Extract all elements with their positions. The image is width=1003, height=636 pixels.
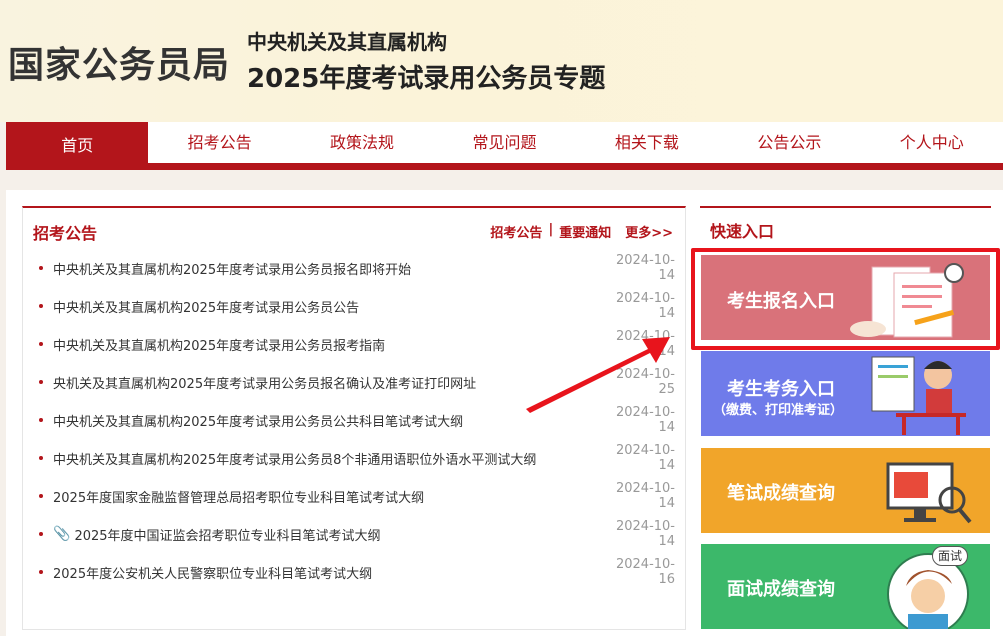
nav-item-announcements[interactable]: 招考公告 [148,122,290,163]
list-item-title[interactable]: 2025年度国家金融监督管理总局招考职位专业科目笔试考试大纲 [53,487,601,506]
list-item-title[interactable]: 中央机关及其直属机构2025年度考试录用公务员公告 [53,297,601,316]
list-item-title[interactable]: 中央机关及其直属机构2025年度考试录用公务员公共科目笔试考试大纲 [53,411,601,430]
link-announcements[interactable]: 招考公告 [490,222,542,241]
nav-item-personal-center[interactable]: 个人中心 [861,122,1003,163]
monitor-magnifier-icon [886,462,972,524]
interview-score-label: 面试成绩查询 [727,579,835,600]
bullet-icon [39,456,43,460]
written-exam-score-label: 笔试成绩查询 [727,483,835,504]
link-important-notices[interactable]: 重要通知 [559,222,611,241]
bullet-icon [39,532,43,536]
interview-score-card[interactable]: 面试成绩查询 面试 [701,544,990,629]
bullet-icon [39,380,43,384]
announcement-panel-title: 招考公告 [33,224,98,243]
list-item[interactable]: 中央机关及其直属机构2025年度考试录用公务员公告 2024-10-14 [23,287,685,325]
bullet-icon [39,266,43,270]
list-item-date: 2024-10-14 [615,443,675,473]
announcement-panel: 招考公告 招考公告 | 重要通知 更多>> 中央机关及其直属机构2025年度考试… [22,206,686,630]
list-item-title[interactable]: 央机关及其直属机构2025年度考试录用公务员报名确认及准考证打印网址 [53,373,601,392]
paperclip-icon: 📎 [53,526,71,542]
list-item-date: 2024-10-16 [615,557,675,587]
announcement-panel-links: 招考公告 | 重要通知 更多>> [490,222,673,241]
list-item-date: 2024-10-14 [615,481,675,511]
bullet-icon [39,342,43,346]
exam-affairs-entry-sublabel: （缴费、打印准考证） [713,403,844,418]
link-separator: | [548,222,554,237]
site-logo[interactable]: 国家公务员局 [8,36,230,88]
nav-item-notices[interactable]: 公告公示 [718,122,860,163]
list-item-date: 2024-10-14 [615,291,675,321]
bullet-icon [39,418,43,422]
person-at-desk-icon [871,356,966,435]
exam-affairs-entry-card[interactable]: 考生考务入口 （缴费、打印准考证） [701,351,990,436]
nav-item-policies[interactable]: 政策法规 [291,122,433,163]
list-item-title[interactable]: 2025年度公安机关人民警察职位专业科目笔试考试大纲 [53,563,601,582]
main-nav: 首页 招考公告 政策法规 常见问题 相关下载 公告公示 个人中心 [6,122,1003,170]
highlight-box [691,248,1000,350]
bullet-icon [39,570,43,574]
nav-item-home[interactable]: 首页 [6,122,149,170]
quick-entry-header: 快速入口 [700,206,991,241]
interview-badge: 面试 [932,546,968,566]
list-item[interactable]: 中央机关及其直属机构2025年度考试录用公务员8个非通用语职位外语水平测试大纲 2… [23,439,685,477]
exam-affairs-entry-label: 考生考务入口 [727,379,835,400]
header: 国家公务员局 中央机关及其直属机构 2025年度考试录用公务员专题 [0,0,1003,122]
list-item[interactable]: 2025年度公安机关人民警察职位专业科目笔试考试大纲 2024-10-16 [23,553,685,591]
bullet-icon [39,494,43,498]
list-item[interactable]: 📎 2025年度中国证监会招考职位专业科目笔试考试大纲 2024-10-14 [23,515,685,553]
list-item-title[interactable]: 中央机关及其直属机构2025年度考试录用公务员8个非通用语职位外语水平测试大纲 [53,449,601,468]
list-item-title[interactable]: 2025年度中国证监会招考职位专业科目笔试考试大纲 [74,525,601,544]
header-title-line1: 中央机关及其直属机构 [247,30,447,54]
nav-item-faq[interactable]: 常见问题 [433,122,575,163]
list-item-date: 2024-10-14 [615,519,675,549]
list-item[interactable]: 2025年度国家金融监督管理总局招考职位专业科目笔试考试大纲 2024-10-14 [23,477,685,515]
more-link[interactable]: 更多>> [625,222,673,241]
list-item[interactable]: 中央机关及其直属机构2025年度考试录用公务员报名即将开始 2024-10-14 [23,249,685,287]
bullet-icon [39,304,43,308]
list-item-date: 2024-10-14 [615,253,675,283]
list-item-title[interactable]: 中央机关及其直属机构2025年度考试录用公务员报名即将开始 [53,259,601,278]
quick-entry-title: 快速入口 [710,222,775,241]
announcement-list: 中央机关及其直属机构2025年度考试录用公务员报名即将开始 2024-10-14 … [23,249,685,591]
written-exam-score-card[interactable]: 笔试成绩查询 [701,448,990,533]
red-arrow-icon [526,337,670,413]
nav-item-downloads[interactable]: 相关下载 [576,122,718,163]
list-item-title[interactable]: 中央机关及其直属机构2025年度考试录用公务员报考指南 [53,335,601,354]
header-title-line2: 2025年度考试录用公务员专题 [247,64,606,94]
